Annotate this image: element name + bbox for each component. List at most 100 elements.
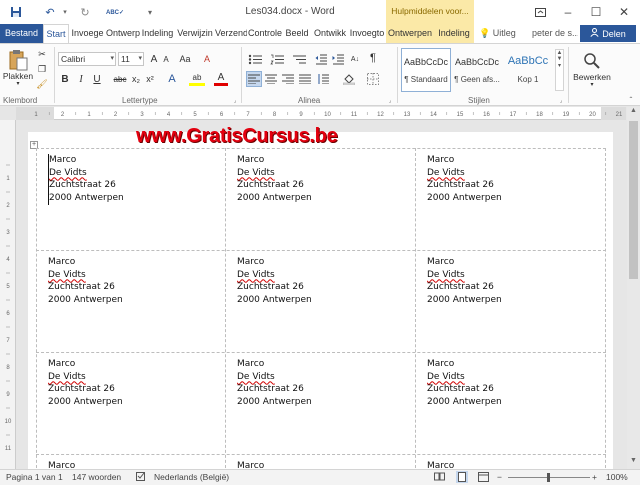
- horizontal-ruler[interactable]: 1 2 1 2 3 4 5 6 7 8 9 10 11 12 13 14 15 16 17 18 19 20 21: [16, 107, 633, 120]
- font-name-combo[interactable]: Calibri ▾: [58, 52, 116, 66]
- font-size-combo[interactable]: 11 ▾: [118, 52, 144, 66]
- maximize-button[interactable]: ☐: [582, 2, 610, 22]
- scrollbar-thumb[interactable]: [629, 121, 638, 279]
- change-case-button[interactable]: Aa: [176, 52, 194, 66]
- strikethrough-button[interactable]: abc: [112, 72, 128, 86]
- user-name[interactable]: peter de s...: [532, 24, 578, 43]
- tab-start[interactable]: Start: [43, 24, 69, 43]
- tab-table-layout[interactable]: Indeling: [434, 24, 474, 43]
- address-label[interactable]: Marco De Vidts Zuchtstraat 26 2000 Antwe…: [48, 256, 123, 307]
- numbering-icon[interactable]: [268, 52, 286, 66]
- table-border: [415, 148, 416, 472]
- underline-button[interactable]: U: [90, 72, 104, 86]
- cut-icon[interactable]: ✂: [36, 48, 48, 60]
- redo-icon[interactable]: ↻: [76, 3, 94, 21]
- collapse-ribbon-icon[interactable]: ˆ: [626, 96, 636, 105]
- tab-layout[interactable]: Indeling: [140, 24, 175, 43]
- style-heading-1[interactable]: AaBbCc Kop 1: [503, 48, 553, 92]
- scroll-up-icon[interactable]: ▲: [627, 107, 640, 119]
- table-border: [36, 454, 606, 455]
- font-color-button[interactable]: A: [214, 72, 228, 86]
- format-painter-icon[interactable]: 🖌: [36, 78, 48, 90]
- zoom-in-icon[interactable]: +: [592, 472, 597, 482]
- highlight-color-button[interactable]: ab: [189, 72, 205, 86]
- copy-icon[interactable]: ❐: [36, 63, 48, 75]
- vertical-ruler[interactable]: 1 2 3 4 5 6 7 8 9 10 11: [0, 120, 16, 469]
- address-label[interactable]: Marco De Vidts Zuchtstraat 26 2000 Antwe…: [237, 154, 312, 205]
- tell-me-box[interactable]: 💡 Uitleg: [479, 24, 531, 43]
- subscript-button[interactable]: x₂: [130, 72, 142, 86]
- address-label[interactable]: Marco De Vidts Zuchtstraat 26 2000 Antwe…: [237, 358, 312, 409]
- tab-mailings[interactable]: Verzend: [215, 24, 247, 43]
- tab-view[interactable]: Beeld: [283, 24, 311, 43]
- styles-gallery-scroll[interactable]: ▲ ▼ ▾: [555, 49, 564, 91]
- label-first-name: Marco: [48, 359, 76, 369]
- zoom-slider-thumb[interactable]: [547, 473, 550, 482]
- address-label[interactable]: Marco De Vidts Zuchtstraat 26 2000 Antwe…: [427, 154, 502, 205]
- spelling-check-icon[interactable]: ABC✓: [106, 3, 124, 21]
- paragraph-dialog-launcher-icon[interactable]: ⌟: [386, 96, 394, 104]
- justify-icon[interactable]: [298, 72, 312, 86]
- text-effects-button[interactable]: A: [165, 72, 179, 86]
- align-center-icon[interactable]: [264, 72, 278, 86]
- styles-dialog-launcher-icon[interactable]: ⌟: [557, 96, 565, 104]
- clear-formatting-button[interactable]: A: [200, 52, 214, 66]
- vertical-scrollbar[interactable]: ▲ ▼: [627, 107, 640, 469]
- tab-insert[interactable]: Invoege: [69, 24, 106, 43]
- paste-button[interactable]: Plakken ▾: [3, 46, 33, 90]
- save-icon[interactable]: [6, 3, 26, 21]
- line-spacing-icon[interactable]: [316, 72, 330, 86]
- superscript-button[interactable]: x²: [144, 72, 156, 86]
- tab-developer[interactable]: Ontwikk: [311, 24, 349, 43]
- tab-review[interactable]: Controle: [247, 24, 283, 43]
- language[interactable]: Nederlands (België): [154, 472, 229, 482]
- word-count[interactable]: 147 woorden: [72, 472, 121, 482]
- multilevel-list-icon[interactable]: [290, 52, 308, 66]
- address-label[interactable]: Marco De Vidts Zuchtstraat 26 2000 Antwe…: [237, 256, 312, 307]
- bold-button[interactable]: B: [58, 72, 72, 86]
- show-formatting-button[interactable]: ¶: [366, 50, 380, 66]
- address-label[interactable]: Marco De Vidts Zuchtstraat 26 2000 Antwe…: [427, 358, 502, 409]
- undo-icon[interactable]: ↶: [40, 3, 60, 21]
- font-dialog-launcher-icon[interactable]: ⌟: [231, 96, 239, 104]
- scroll-down-icon[interactable]: ▼: [627, 457, 640, 469]
- bullets-icon[interactable]: [246, 52, 264, 66]
- tab-references[interactable]: Verwijzin: [175, 24, 215, 43]
- document-page[interactable]: + Marco De Vidts Zuchtstraat 26 2000 Ant…: [28, 132, 613, 472]
- read-mode-icon[interactable]: [434, 472, 445, 484]
- decrease-indent-icon[interactable]: [314, 52, 328, 66]
- page-count[interactable]: Pagina 1 van 1: [6, 472, 63, 482]
- zoom-out-icon[interactable]: −: [497, 472, 502, 482]
- minimize-button[interactable]: –: [554, 2, 582, 22]
- undo-dropdown-icon[interactable]: ▾: [60, 3, 70, 21]
- align-left-icon[interactable]: [246, 71, 262, 87]
- tab-table-design[interactable]: Ontwerpen: [386, 24, 434, 43]
- editing-button[interactable]: Bewerken ▾: [572, 48, 612, 92]
- print-layout-icon[interactable]: [456, 471, 468, 485]
- sort-icon[interactable]: A↓: [348, 52, 362, 66]
- label-last-name: De Vidts: [427, 167, 465, 178]
- address-label[interactable]: Marco De Vidts Zuchtstraat 26 2000 Antwe…: [48, 154, 124, 205]
- tab-design[interactable]: Ontwerp: [106, 24, 140, 43]
- address-label[interactable]: Marco De Vidts Zuchtstraat 26 2000 Antwe…: [427, 256, 502, 307]
- share-button[interactable]: Delen: [580, 25, 636, 42]
- zoom-level[interactable]: 100%: [606, 472, 628, 482]
- borders-icon[interactable]: [364, 72, 382, 86]
- tab-file[interactable]: Bestand: [0, 24, 43, 43]
- address-label[interactable]: Marco De Vidts Zuchtstraat 26 2000 Antwe…: [48, 358, 123, 409]
- tab-add-ins[interactable]: Invoegto: [349, 24, 385, 43]
- style-standard[interactable]: AaBbCcDc ¶ Standaard: [401, 48, 451, 92]
- proofing-icon[interactable]: [136, 472, 147, 484]
- italic-button[interactable]: I: [74, 72, 88, 86]
- shrink-font-button[interactable]: A: [161, 52, 171, 66]
- ruler-number: 8: [273, 112, 277, 118]
- grow-font-button[interactable]: A: [149, 52, 159, 66]
- ribbon-display-options-icon[interactable]: [526, 2, 554, 22]
- increase-indent-icon[interactable]: [331, 52, 345, 66]
- close-button[interactable]: ✕: [610, 2, 638, 22]
- style-no-spacing[interactable]: AaBbCcDc ¶ Geen afs...: [452, 48, 502, 92]
- align-right-icon[interactable]: [281, 72, 295, 86]
- web-layout-icon[interactable]: [478, 472, 489, 484]
- shading-icon[interactable]: [340, 72, 358, 86]
- customize-toolbar-icon[interactable]: ▾: [144, 3, 156, 21]
